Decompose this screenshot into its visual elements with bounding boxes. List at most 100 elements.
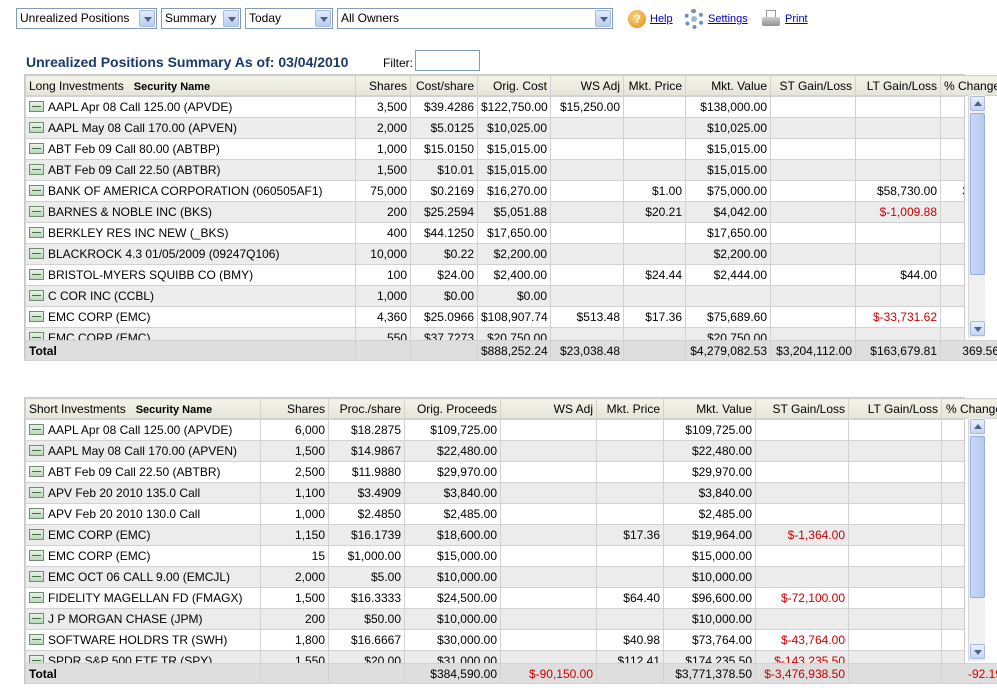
column-header[interactable]: ST Gain/Loss [755, 398, 849, 419]
position-chart-icon[interactable] [29, 571, 44, 582]
column-header[interactable]: Mkt. Value [685, 75, 771, 96]
column-header[interactable]: Orig. Proceeds [404, 398, 501, 419]
table-row[interactable]: AAPL May 08 Call 170.00 (APVEN) 2,000 $5.0… [25, 117, 964, 139]
cell [855, 285, 941, 307]
filter-input[interactable] [415, 50, 480, 71]
help-link[interactable]: ? Help [628, 10, 673, 28]
position-chart-icon[interactable] [29, 487, 44, 498]
position-chart-icon[interactable] [29, 634, 44, 645]
chevron-down-icon[interactable] [223, 10, 239, 27]
column-header[interactable]: ST Gain/Loss [770, 75, 856, 96]
column-header[interactable]: Orig. Cost [477, 75, 551, 96]
table-row[interactable]: FIDELITY MAGELLAN FD (FMAGX) 1,500 $16.333… [25, 587, 964, 609]
print-label[interactable]: Print [785, 13, 808, 25]
table-row[interactable]: ABT Feb 09 Call 22.50 (ABTBR) 2,500 $11.98… [25, 461, 964, 483]
scroll-up-icon[interactable] [970, 419, 985, 434]
position-chart-icon[interactable] [29, 592, 44, 603]
column-header[interactable]: % Change [941, 398, 997, 419]
owner-select[interactable]: All Owners [337, 8, 613, 29]
column-header-security[interactable]: Short Investments Security Name [25, 398, 261, 419]
column-header[interactable]: Cost/share [410, 75, 478, 96]
scroll-thumb[interactable] [970, 113, 985, 275]
column-header[interactable]: % Change [940, 75, 997, 96]
security-name-header[interactable]: Security Name [134, 81, 210, 93]
table-row[interactable]: BANK OF AMERICA CORPORATION (060505AF1) 7… [25, 180, 964, 202]
settings-link[interactable]: Settings [684, 9, 748, 29]
position-chart-icon[interactable] [29, 466, 44, 477]
position-chart-icon[interactable] [29, 206, 44, 217]
position-chart-icon[interactable] [29, 332, 44, 340]
scroll-up-icon[interactable] [970, 96, 985, 111]
print-link[interactable]: Print [761, 10, 808, 28]
table-row[interactable]: AAPL Apr 08 Call 125.00 (APVDE) 3,500 $39.… [25, 96, 964, 118]
table-row[interactable]: C COR INC (CCBL) 1,000 $0.00 $0.00 [25, 285, 964, 307]
position-chart-icon[interactable] [29, 269, 44, 280]
table-row[interactable]: EMC CORP (EMC) 550 $37.7273 $20,750.00 $20,7… [25, 327, 964, 340]
table-row[interactable]: J P MORGAN CHASE (JPM) 200 $50.00 $10,000.0… [25, 608, 964, 630]
position-chart-icon[interactable] [29, 290, 44, 301]
table-row[interactable]: EMC CORP (EMC) 4,360 $25.0966 $108,907.74 $5… [25, 306, 964, 328]
scroll-thumb[interactable] [970, 436, 985, 598]
position-chart-icon[interactable] [29, 122, 44, 133]
position-chart-icon[interactable] [29, 508, 44, 519]
security-name: SPDR S&P 500 ETF TR (SPY) [48, 654, 213, 663]
view-select[interactable]: Summary [161, 8, 241, 29]
column-header[interactable]: Mkt. Price [596, 398, 664, 419]
column-header[interactable]: WS Adj [500, 398, 597, 419]
security-name-header[interactable]: Security Name [136, 404, 212, 416]
printer-icon[interactable] [761, 10, 781, 28]
column-header[interactable]: Shares [260, 398, 329, 419]
column-header[interactable]: Mkt. Value [663, 398, 756, 419]
positions-select[interactable]: Unrealized Positions [16, 8, 157, 29]
help-icon[interactable]: ? [628, 10, 646, 28]
short-scrollbar[interactable] [968, 418, 985, 661]
table-row[interactable]: ABT Feb 09 Call 80.00 (ABTBP) 1,000 $15.01… [25, 138, 964, 160]
table-row[interactable]: EMC OCT 06 CALL 9.00 (EMCJL) 2,000 $5.00 $1… [25, 566, 964, 588]
long-scrollbar[interactable] [968, 95, 985, 338]
period-select[interactable]: Today [245, 8, 333, 29]
table-row[interactable]: EMC CORP (EMC) 1,150 $16.1739 $18,600.00 $17… [25, 524, 964, 546]
long-body[interactable]: AAPL Apr 08 Call 125.00 (APVDE) 3,500 $39.… [25, 96, 964, 340]
position-chart-icon[interactable] [29, 445, 44, 456]
position-chart-icon[interactable] [29, 143, 44, 154]
position-chart-icon[interactable] [29, 529, 44, 540]
position-chart-icon[interactable] [29, 164, 44, 175]
scroll-down-icon[interactable] [970, 321, 985, 336]
position-chart-icon[interactable] [29, 655, 44, 663]
column-header[interactable]: WS Adj [550, 75, 624, 96]
position-chart-icon[interactable] [29, 311, 44, 322]
settings-label[interactable]: Settings [708, 13, 748, 25]
column-header[interactable]: Shares [355, 75, 411, 96]
table-row[interactable]: APV Feb 20 2010 135.0 Call 1,100 $3.4909 $3… [25, 482, 964, 504]
position-chart-icon[interactable] [29, 227, 44, 238]
table-row[interactable]: BARNES & NOBLE INC (BKS) 200 $25.2594 $5,05… [25, 201, 964, 223]
chevron-down-icon[interactable] [595, 10, 611, 27]
table-row[interactable]: SPDR S&P 500 ETF TR (SPY) 1,550 $20.00 $31,… [25, 650, 964, 663]
gear-icon[interactable] [684, 9, 704, 29]
position-chart-icon[interactable] [29, 248, 44, 259]
position-chart-icon[interactable] [29, 101, 44, 112]
column-header[interactable]: Mkt. Price [623, 75, 686, 96]
table-row[interactable]: AAPL Apr 08 Call 125.00 (APVDE) 6,000 $18.… [25, 419, 964, 441]
table-row[interactable]: BRISTOL-MYERS SQUIBB CO (BMY) 100 $24.00 $2… [25, 264, 964, 286]
position-chart-icon[interactable] [29, 424, 44, 435]
position-chart-icon[interactable] [29, 185, 44, 196]
chevron-down-icon[interactable] [315, 10, 331, 27]
column-header-security[interactable]: Long Investments Security Name [25, 75, 356, 96]
position-chart-icon[interactable] [29, 550, 44, 561]
column-header[interactable]: Proc./share [328, 398, 405, 419]
table-row[interactable]: AAPL May 08 Call 170.00 (APVEN) 1,500 $14.… [25, 440, 964, 462]
column-header[interactable]: LT Gain/Loss [848, 398, 942, 419]
table-row[interactable]: BERKLEY RES INC NEW (_BKS) 400 $44.1250 $17… [25, 222, 964, 244]
chevron-down-icon[interactable] [139, 10, 155, 27]
table-row[interactable]: BLACKROCK 4.3 01/05/2009 (09247Q106) 10,0… [25, 243, 964, 265]
help-label[interactable]: Help [650, 13, 673, 25]
table-row[interactable]: EMC CORP (EMC) 15 $1,000.00 $15,000.00 $15,0… [25, 545, 964, 567]
short-body[interactable]: AAPL Apr 08 Call 125.00 (APVDE) 6,000 $18.… [25, 419, 964, 663]
table-row[interactable]: APV Feb 20 2010 130.0 Call 1,000 $2.4850 $2… [25, 503, 964, 525]
scroll-down-icon[interactable] [970, 644, 985, 659]
table-row[interactable]: ABT Feb 09 Call 22.50 (ABTBR) 1,500 $10.01… [25, 159, 964, 181]
position-chart-icon[interactable] [29, 613, 44, 624]
table-row[interactable]: SOFTWARE HOLDRS TR (SWH) 1,800 $16.6667 $30… [25, 629, 964, 651]
column-header[interactable]: LT Gain/Loss [855, 75, 941, 96]
